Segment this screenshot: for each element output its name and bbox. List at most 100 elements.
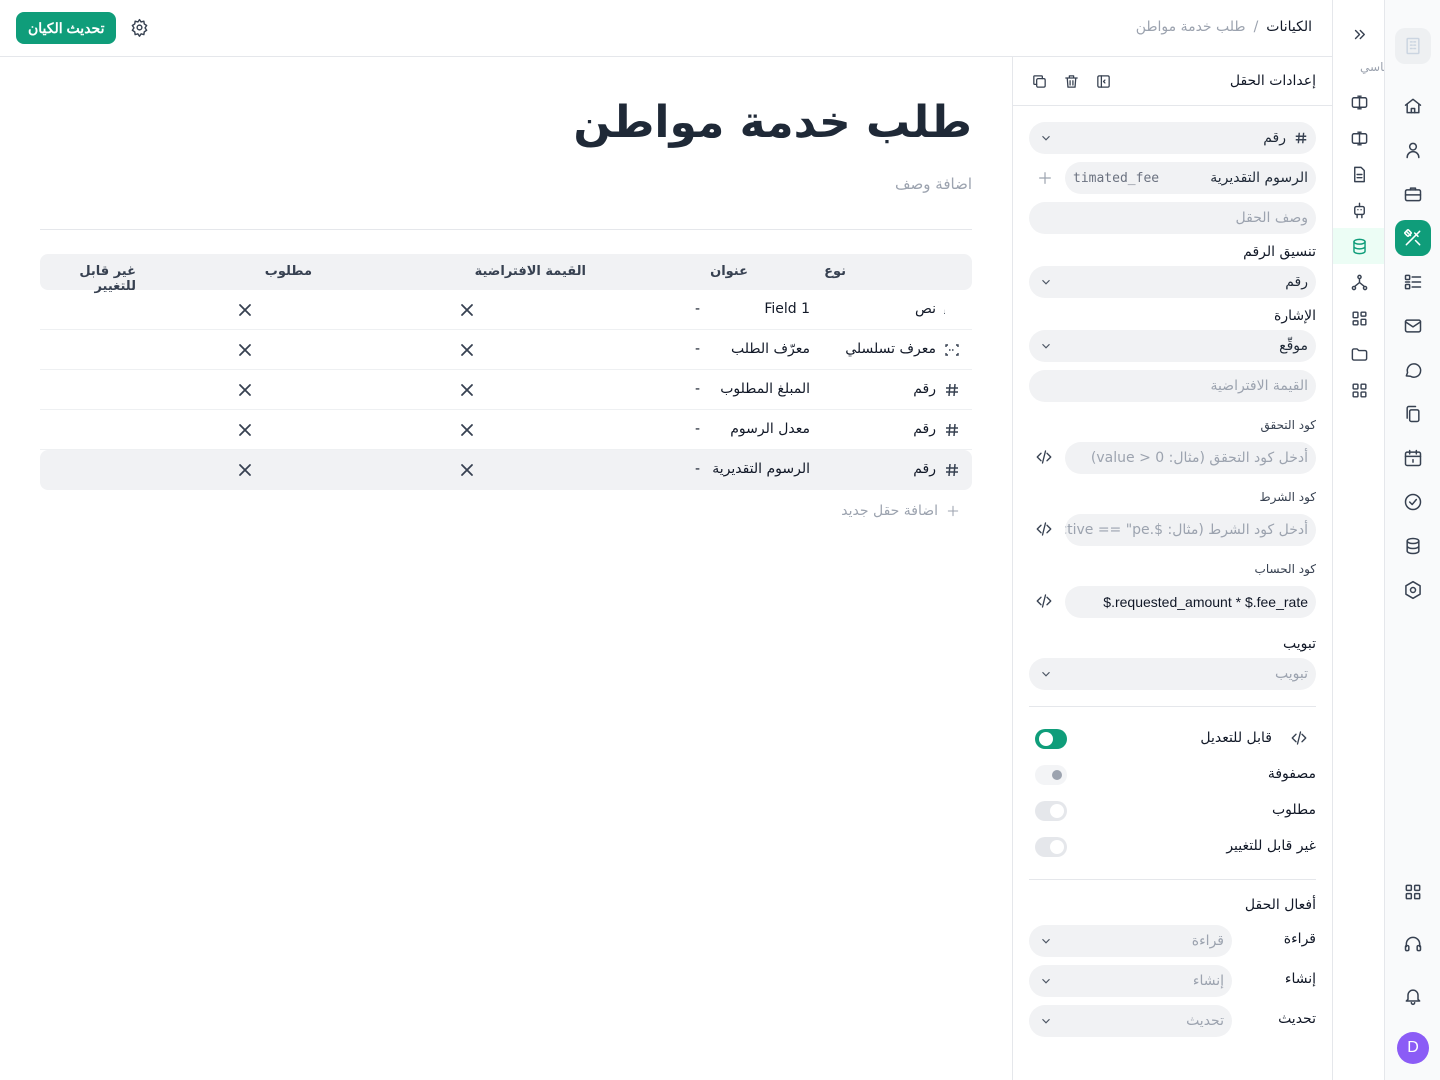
sidebar-toggle-icon[interactable]: [1093, 71, 1113, 91]
database-icon[interactable]: [1395, 528, 1431, 564]
field-description-input[interactable]: وصف الحقل: [1029, 202, 1316, 234]
condition-code-input[interactable]: أدخل كود الشرط (مثال: $.active == "pe: [1065, 514, 1316, 546]
sign-label: الإشارة: [1274, 308, 1316, 324]
default-value-input[interactable]: القيمة الافتراضية: [1029, 370, 1316, 402]
copy-files-icon[interactable]: [1395, 396, 1431, 432]
apps-grid-icon[interactable]: [1395, 874, 1431, 910]
field-label-key-input[interactable]: الرسوم التقديرية timated_fee: [1065, 162, 1316, 194]
mail-icon[interactable]: [1395, 308, 1431, 344]
type-select[interactable]: رقم: [1029, 122, 1316, 154]
compute-code-label: كود الحساب: [1254, 562, 1316, 576]
database-icon[interactable]: [1345, 232, 1373, 260]
plus-icon[interactable]: [1037, 170, 1053, 186]
update-select[interactable]: تحديث: [1029, 1005, 1232, 1037]
immutable-toggle[interactable]: [1035, 837, 1067, 857]
panel-toolbar: [1029, 71, 1113, 91]
description-placeholder[interactable]: اضافة وصف: [895, 175, 972, 193]
add-field-button[interactable]: اضافة حقل جديد: [841, 501, 972, 521]
hierarchy-icon[interactable]: [1345, 268, 1373, 296]
close-icon: [238, 383, 252, 397]
chevrons-collapse-icon[interactable]: [1345, 20, 1373, 48]
editable-toggle[interactable]: [1035, 729, 1067, 749]
list-checks-icon[interactable]: [1395, 264, 1431, 300]
avatar[interactable]: D: [1397, 1032, 1429, 1064]
row-default: -: [694, 341, 700, 357]
compute-value: $.requested_amount * $.fee_rate: [1103, 594, 1308, 610]
column-header-type: نوع: [824, 264, 846, 279]
code-icon[interactable]: [1033, 448, 1053, 468]
tools-icon[interactable]: [1395, 220, 1431, 256]
validation-code-input[interactable]: أدخل كود التحقق (مثال: value > 0): [1065, 442, 1316, 474]
code-icon[interactable]: [1033, 520, 1053, 540]
close-icon: [460, 383, 474, 397]
number-format-select[interactable]: رقم: [1029, 266, 1316, 298]
gear-icon[interactable]: [130, 18, 149, 37]
row-title: معدل الرسوم: [730, 421, 810, 437]
trash-icon[interactable]: [1061, 71, 1081, 91]
field-actions-label: أفعال الحقل: [1244, 897, 1316, 913]
table-row[interactable]: معرف تسلسلي معرّف الطلب -: [40, 330, 972, 370]
building-icon[interactable]: [1395, 28, 1431, 64]
layout-grid-icon[interactable]: [1345, 304, 1373, 332]
chat-icon[interactable]: [1395, 352, 1431, 388]
home-icon[interactable]: [1395, 88, 1431, 124]
grid-icon[interactable]: [1345, 376, 1373, 404]
close-icon: [460, 303, 474, 317]
table-row[interactable]: رقم المبلغ المطلوب -: [40, 370, 972, 410]
read-select[interactable]: قراءة: [1029, 925, 1232, 957]
duplicate-icon[interactable]: [1029, 71, 1049, 91]
breadcrumb: الكيانات / طلب خدمة مواطن: [1136, 19, 1312, 35]
create-placeholder: إنشاء: [1192, 973, 1224, 989]
chevron-down-icon: [1042, 671, 1050, 677]
column-header-required: مطلوب: [264, 264, 312, 279]
chevron-down-icon: [1042, 1018, 1050, 1024]
column-header-title: عنوان: [710, 264, 748, 279]
document-icon[interactable]: [1345, 160, 1373, 188]
compute-code-input[interactable]: $.requested_amount * $.fee_rate: [1065, 586, 1316, 618]
row-type: نص: [914, 301, 936, 317]
required-toggle[interactable]: [1035, 801, 1067, 821]
tab-select[interactable]: تبويب: [1029, 658, 1316, 690]
hexagon-settings-icon[interactable]: [1395, 572, 1431, 608]
divider: [1029, 706, 1316, 707]
description-placeholder: وصف الحقل: [1235, 210, 1308, 226]
read-placeholder: قراءة: [1191, 933, 1224, 949]
headset-icon[interactable]: [1395, 926, 1431, 962]
close-icon: [460, 423, 474, 437]
user-icon[interactable]: [1395, 132, 1431, 168]
close-icon: [460, 343, 474, 357]
row-title: المبلغ المطلوب: [720, 381, 810, 397]
calendar-icon[interactable]: [1395, 440, 1431, 476]
read-label: قراءة: [1283, 931, 1316, 947]
breadcrumb-root[interactable]: الكيانات: [1266, 19, 1312, 35]
main-content: طلب خدمة مواطن اضافة وصف نوع عنوان القيم…: [0, 57, 1012, 1080]
robot-icon[interactable]: [1345, 196, 1373, 224]
folder-icon[interactable]: [1345, 340, 1373, 368]
plus-icon: [947, 505, 959, 517]
editable-label: قابل للتعديل: [1200, 730, 1272, 746]
section-label: الأساسي: [1360, 60, 1384, 74]
chevron-down-icon: [1042, 938, 1050, 944]
check-circle-icon[interactable]: [1395, 484, 1431, 520]
chevron-down-icon: [1042, 343, 1050, 349]
add-field-label: اضافة حقل جديد: [841, 503, 938, 519]
sign-select[interactable]: موقّع: [1029, 330, 1316, 362]
create-select[interactable]: إنشاء: [1029, 965, 1232, 997]
tab-placeholder: تبويب: [1275, 666, 1308, 682]
update-entity-button[interactable]: تحديث الكيان: [16, 12, 117, 44]
table-row[interactable]: رقم معدل الرسوم -: [40, 410, 972, 450]
form-input-alt-icon[interactable]: [1345, 124, 1373, 152]
briefcase-icon[interactable]: [1395, 176, 1431, 212]
create-label: إنشاء: [1284, 971, 1316, 987]
bell-icon[interactable]: [1395, 978, 1431, 1014]
table-row-selected[interactable]: رقم الرسوم التقديرية -: [40, 450, 972, 490]
code-icon[interactable]: [1288, 729, 1308, 749]
chevron-down-icon: [1042, 279, 1050, 285]
condition-code-label: كود الشرط: [1259, 490, 1316, 504]
form-input-icon[interactable]: [1345, 88, 1373, 116]
table-row[interactable]: Aa نص Field 1 -: [40, 290, 972, 330]
default-placeholder: القيمة الافتراضية: [1210, 378, 1308, 394]
code-icon[interactable]: [1033, 592, 1053, 612]
page-title[interactable]: طلب خدمة مواطن: [573, 97, 972, 148]
array-toggle[interactable]: [1035, 765, 1067, 785]
